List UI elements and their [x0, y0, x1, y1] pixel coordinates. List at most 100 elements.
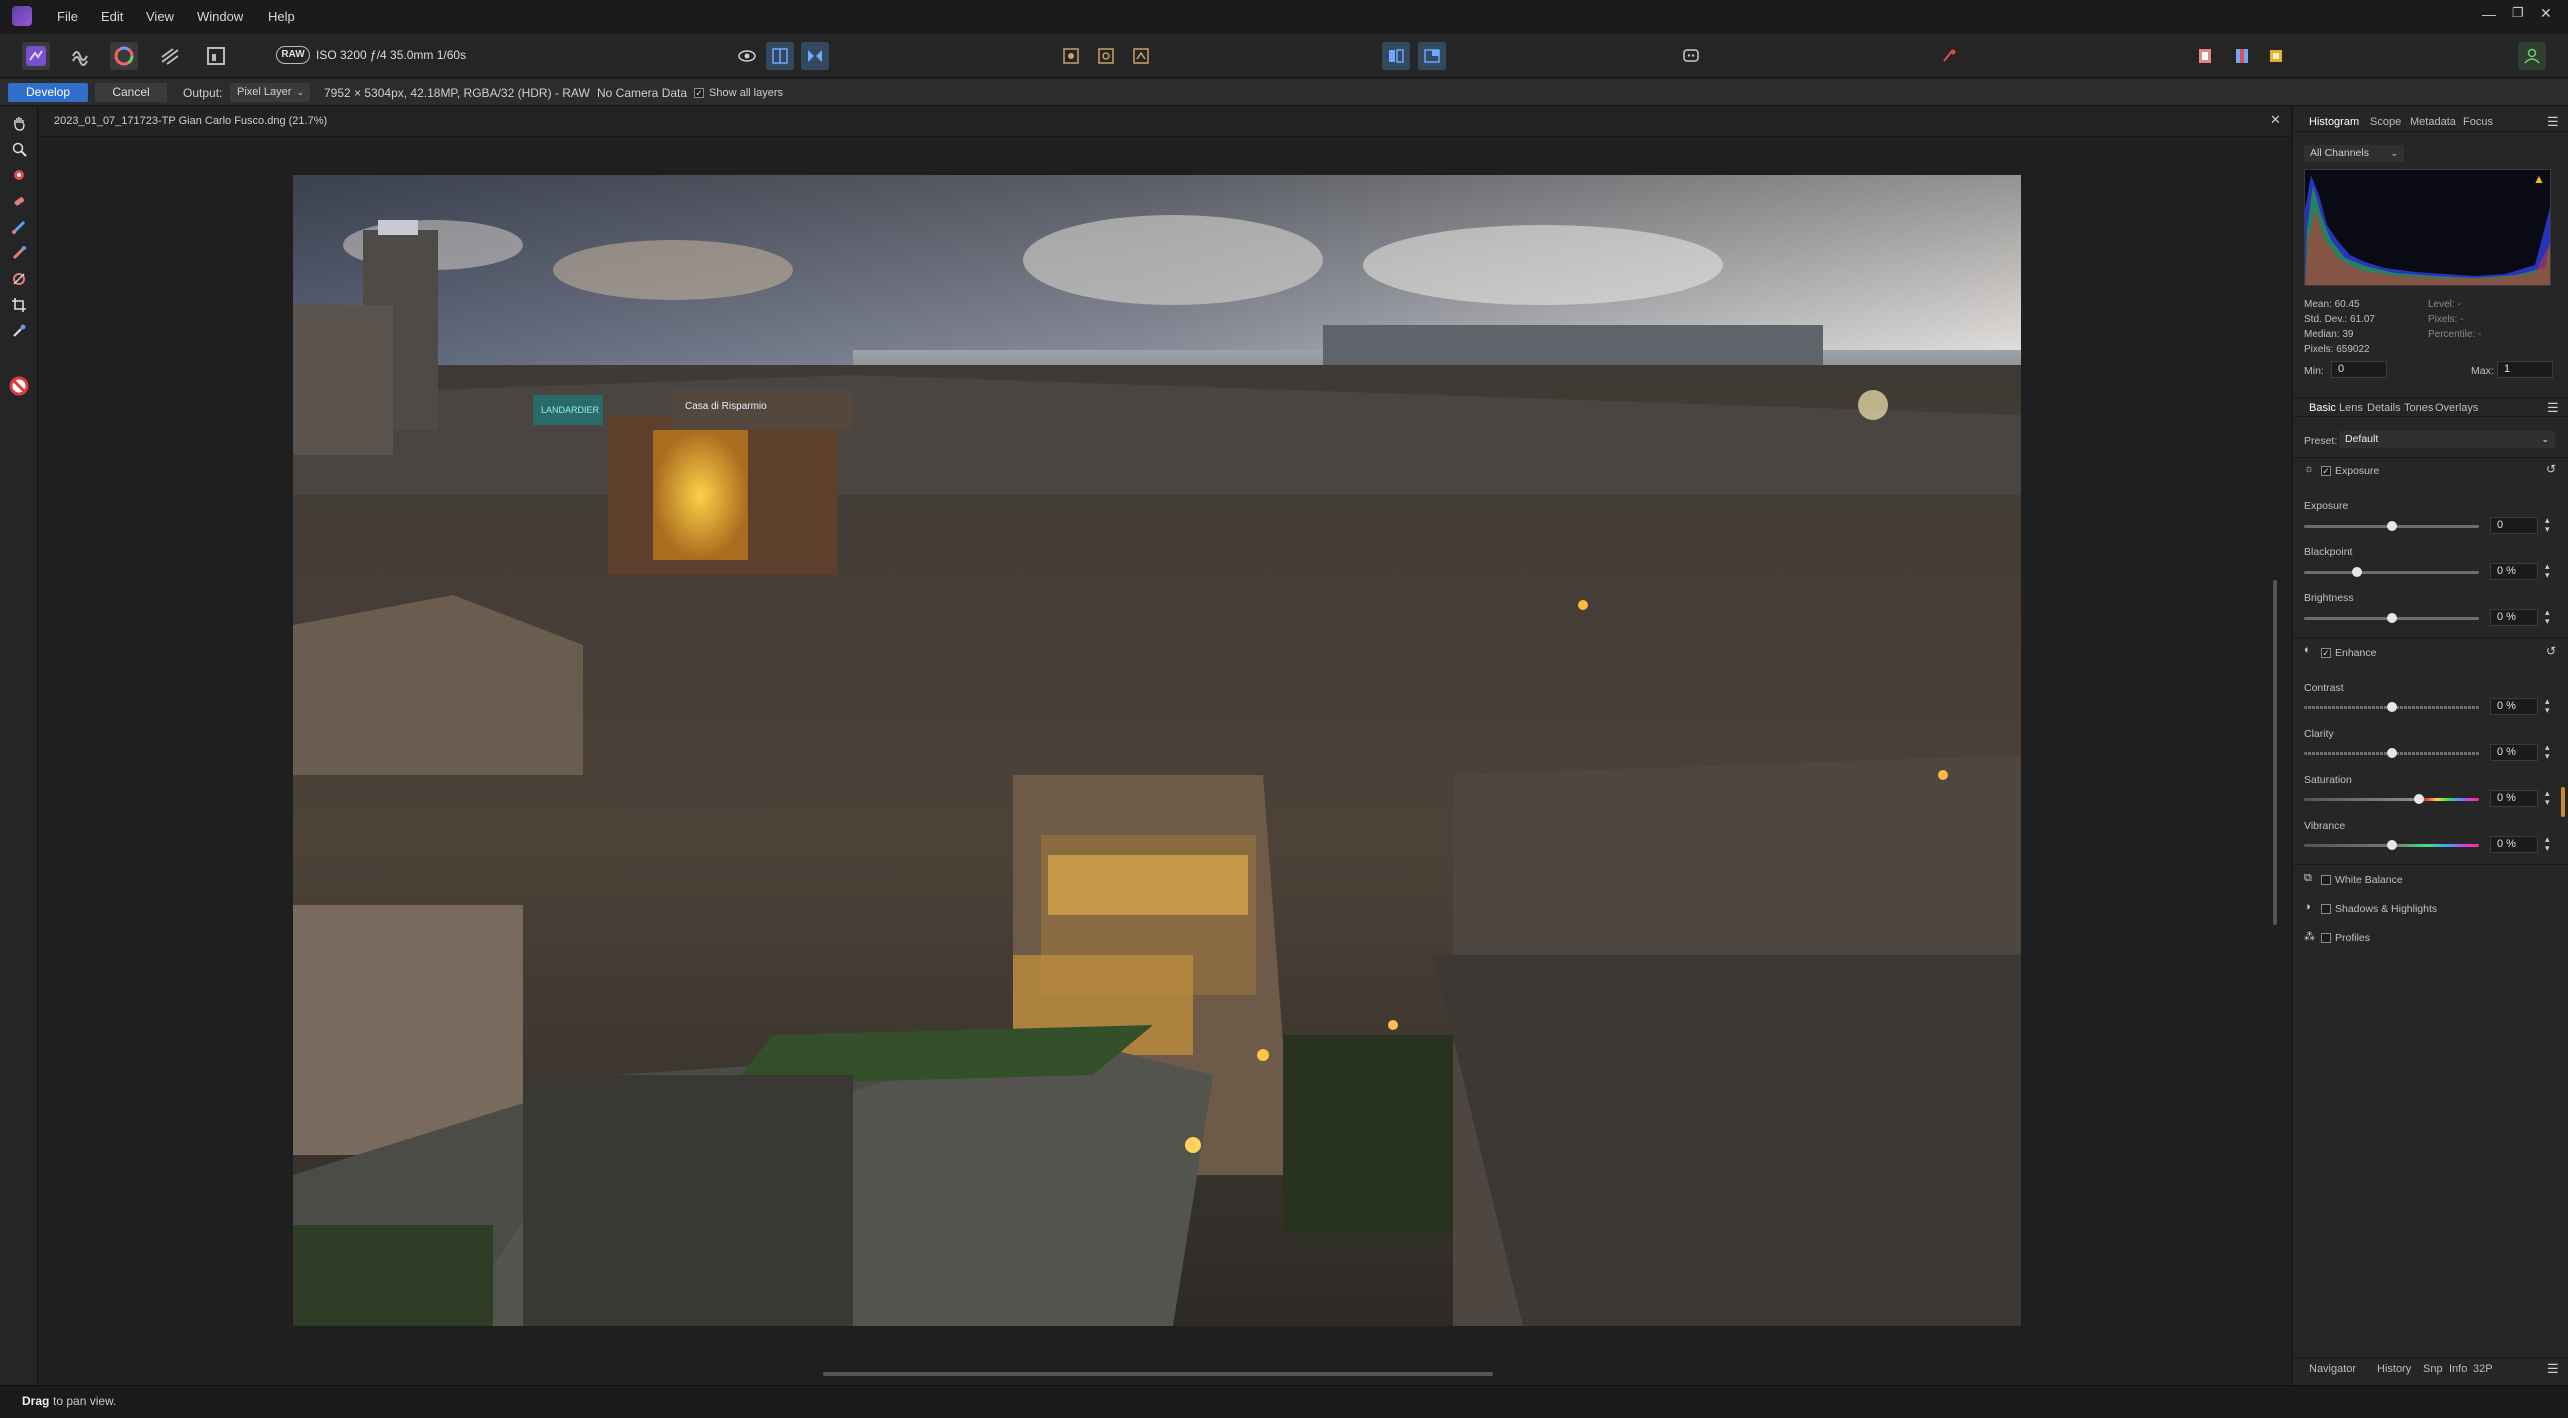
tab-history[interactable]: History	[2377, 1363, 2411, 1375]
tab-lens[interactable]: Lens	[2339, 402, 2363, 414]
export-persona-icon[interactable]	[202, 42, 230, 70]
photo-canvas[interactable]: Casa di Risparmio LANDARDIER	[293, 175, 2021, 1326]
saturation-value[interactable]: 0 %	[2490, 790, 2538, 807]
stepper-icon[interactable]: ▴ ▾	[2545, 562, 2550, 580]
assistant-icon[interactable]	[1677, 42, 1705, 70]
white-balance-label[interactable]: White Balance	[2335, 874, 2403, 886]
stepper-icon[interactable]: ▴ ▾	[2545, 743, 2550, 761]
menu-window[interactable]: Window	[197, 9, 243, 24]
minimize-icon[interactable]: —	[2482, 6, 2496, 22]
panel-scroll-thumb[interactable]	[2561, 787, 2565, 817]
min-input[interactable]: 0	[2331, 361, 2387, 378]
before-after-icon[interactable]	[1382, 42, 1410, 70]
saturation-slider[interactable]	[2304, 798, 2479, 801]
panel-menu-icon[interactable]: ☰	[2547, 400, 2559, 416]
saturation-slider-handle[interactable]	[2414, 794, 2424, 804]
stepper-icon[interactable]: ▴ ▾	[2545, 789, 2550, 807]
brightness-slider-handle[interactable]	[2387, 613, 2397, 623]
show-guides-icon[interactable]	[2262, 42, 2290, 70]
tab-info[interactable]: Info	[2449, 1363, 2467, 1375]
contrast-slider-handle[interactable]	[2387, 702, 2397, 712]
overlay-erase-tool-icon[interactable]	[9, 243, 29, 263]
blackpoint-slider-handle[interactable]	[2352, 567, 2362, 577]
develop-persona-icon[interactable]	[110, 42, 138, 70]
exposure-slider-handle[interactable]	[2387, 521, 2397, 531]
exposure-value[interactable]: 0	[2490, 517, 2538, 534]
profiles-label[interactable]: Profiles	[2335, 932, 2370, 944]
stepper-icon[interactable]: ▴ ▾	[2545, 835, 2550, 853]
horizontal-scroll-thumb[interactable]	[823, 1372, 1493, 1376]
show-overlays-icon[interactable]	[2228, 42, 2256, 70]
white-balance-checkbox[interactable]	[2321, 875, 2331, 885]
tab-scope[interactable]: Scope	[2370, 116, 2401, 128]
split-view-icon[interactable]	[766, 42, 794, 70]
panel-menu-icon[interactable]: ☰	[2547, 1361, 2559, 1377]
tab-histogram[interactable]: Histogram	[2309, 116, 2359, 128]
tab-overlays[interactable]: Overlays	[2435, 402, 2478, 414]
close-window-icon[interactable]: ✕	[2540, 5, 2552, 22]
tab-snapshots[interactable]: Snp	[2423, 1363, 2443, 1375]
blackpoint-slider[interactable]	[2304, 571, 2479, 574]
vertical-scrollbar[interactable]	[2270, 140, 2280, 1355]
stepper-icon[interactable]: ▴ ▾	[2545, 516, 2550, 534]
mirror-view-icon[interactable]	[801, 42, 829, 70]
close-document-icon[interactable]: ✕	[2270, 112, 2281, 128]
restore-icon[interactable]: ❐	[2512, 5, 2524, 21]
crop-tool-icon[interactable]	[9, 295, 29, 315]
shadows-highlights-label[interactable]: Shadows & Highlights	[2335, 903, 2437, 915]
tone-mapping-persona-icon[interactable]	[156, 42, 184, 70]
tab-metadata[interactable]: Metadata	[2410, 116, 2456, 128]
stepper-icon[interactable]: ▴ ▾	[2545, 697, 2550, 715]
white-balance-picker-icon[interactable]	[9, 321, 29, 341]
blackpoint-value[interactable]: 0 %	[2490, 563, 2538, 580]
vibrance-value[interactable]: 0 %	[2490, 836, 2538, 853]
develop-button[interactable]: Develop	[8, 83, 88, 102]
max-input[interactable]: 1	[2497, 361, 2553, 378]
profiles-checkbox[interactable]	[2321, 933, 2331, 943]
reset-icon[interactable]: ↺	[2546, 462, 2556, 476]
liquify-persona-icon[interactable]	[66, 42, 94, 70]
output-select[interactable]: Pixel Layer ⌄	[230, 83, 310, 102]
stepper-icon[interactable]: ▴ ▾	[2545, 608, 2550, 626]
channel-select[interactable]: All Channels ⌄	[2304, 145, 2404, 162]
zoom-tool-icon[interactable]	[9, 139, 29, 159]
clipped-tones-icon[interactable]	[1127, 42, 1155, 70]
menu-help[interactable]: Help	[268, 9, 295, 24]
clipped-shadows-icon[interactable]	[1092, 42, 1120, 70]
overlay-paint-tool-icon[interactable]	[9, 217, 29, 237]
tab-tones[interactable]: Tones	[2404, 402, 2433, 414]
exposure-group-checkbox[interactable]: ✓	[2321, 466, 2331, 476]
vibrance-slider-handle[interactable]	[2387, 840, 2397, 850]
contrast-value[interactable]: 0 %	[2490, 698, 2538, 715]
menu-view[interactable]: View	[146, 9, 174, 24]
panel-menu-icon[interactable]: ☰	[2547, 114, 2559, 130]
menu-file[interactable]: File	[57, 9, 78, 24]
clarity-slider-handle[interactable]	[2387, 748, 2397, 758]
hand-tool-icon[interactable]	[9, 113, 29, 133]
menu-edit[interactable]: Edit	[101, 9, 123, 24]
clipped-highlights-icon[interactable]	[1057, 42, 1085, 70]
photo-persona-icon[interactable]	[22, 42, 50, 70]
vertical-scroll-thumb[interactable]	[2273, 580, 2277, 925]
tab-32p[interactable]: 32P	[2473, 1363, 2493, 1375]
tab-basic[interactable]: Basic	[2309, 402, 2336, 414]
overlay-gradient-tool-icon[interactable]	[9, 269, 29, 289]
tab-focus[interactable]: Focus	[2463, 116, 2493, 128]
blemish-tool-icon[interactable]	[9, 191, 29, 211]
brightness-value[interactable]: 0 %	[2490, 609, 2538, 626]
split-compare-icon[interactable]	[1418, 42, 1446, 70]
shadows-highlights-checkbox[interactable]	[2321, 904, 2331, 914]
no-entry-icon[interactable]	[9, 373, 29, 399]
red-eye-tool-icon[interactable]	[9, 165, 29, 185]
preset-select[interactable]: Default ⌄	[2339, 431, 2555, 448]
view-eye-icon[interactable]	[733, 42, 761, 70]
reset-icon[interactable]: ↺	[2546, 644, 2556, 658]
cancel-button[interactable]: Cancel	[95, 83, 167, 102]
account-icon[interactable]	[2518, 42, 2546, 70]
show-all-layers-checkbox[interactable]: ✓	[694, 88, 704, 98]
horizontal-scrollbar[interactable]	[50, 1369, 2270, 1379]
tab-details[interactable]: Details	[2367, 402, 2401, 414]
red-eye-icon[interactable]	[1935, 42, 1963, 70]
document-tab[interactable]	[39, 107, 2290, 137]
enhance-group-checkbox[interactable]: ✓	[2321, 648, 2331, 658]
